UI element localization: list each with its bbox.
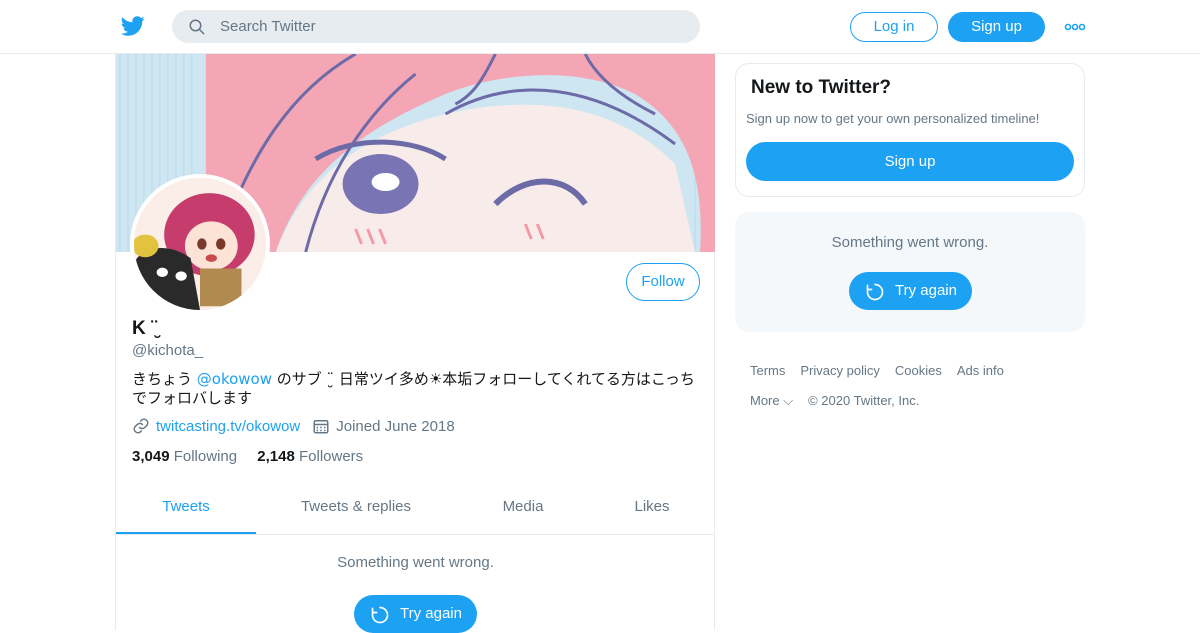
sidebar-retry-button[interactable]: Try again [849, 272, 972, 310]
profile-display-name: K ¨̮ [132, 318, 158, 339]
profile-bio: きちょう @okowow のサブ ¨̮ 日常ツイ多め☀本垢フォローしてくれてる方… [132, 370, 702, 408]
sidebar-signup-button[interactable]: Sign up [746, 142, 1074, 181]
footer-ads-info-link[interactable]: Ads info [957, 362, 1004, 380]
refresh-icon [866, 283, 884, 301]
footer-links: Terms Privacy policy Cookies Ads info Mo… [750, 362, 1080, 422]
profile-joined-date: Joined June 2018 [336, 417, 455, 435]
footer-more-label: More [750, 393, 780, 408]
profile-meta: twitcasting.tv/okowow Joined June 2018 [132, 417, 455, 435]
bio-text-prefix: きちょう [132, 370, 197, 388]
followers-count: 2,148 [257, 448, 295, 465]
profile-handle: @kichota_ [132, 342, 204, 359]
timeline-error-message: Something went wrong. [337, 554, 494, 571]
follow-button[interactable]: Follow [626, 263, 700, 301]
profile-avatar[interactable] [130, 174, 270, 314]
tab-tweets-replies[interactable]: Tweets & replies [256, 484, 456, 534]
footer-terms-link[interactable]: Terms [750, 362, 785, 380]
profile-website-link[interactable]: twitcasting.tv/okowow [156, 418, 300, 435]
footer-privacy-link[interactable]: Privacy policy [800, 362, 879, 380]
more-dots-icon[interactable] [1064, 22, 1086, 32]
new-to-twitter-card: New to Twitter? Sign up now to get your … [735, 63, 1085, 197]
twitter-bird-icon[interactable] [120, 14, 146, 38]
search-bar [172, 10, 700, 43]
calendar-icon [313, 420, 329, 434]
chevron-down-icon: ⌵ [783, 393, 794, 408]
footer-more-menu[interactable]: More ⌵ [750, 392, 793, 410]
new-to-twitter-title: New to Twitter? [751, 77, 892, 98]
sidebar-error-message: Something went wrong. [831, 234, 989, 251]
link-icon [133, 418, 149, 434]
following-label: Following [173, 448, 238, 465]
profile-stats: 3,049 Following 2,148 Followers [132, 448, 379, 465]
bio-mention-link[interactable]: @okowow [197, 370, 272, 388]
timeline-retry-button[interactable]: Try again [354, 595, 477, 633]
sidebar-error-card: Something went wrong. Try again [735, 212, 1085, 332]
following-count: 3,049 [132, 448, 170, 465]
signup-button[interactable]: Sign up [948, 12, 1045, 42]
retry-label: Try again [895, 282, 957, 299]
followers-label: Followers [298, 448, 364, 465]
profile-column: Follow K ¨̮ @kichota_ きちょう @okowow のサブ ¨… [115, 54, 715, 633]
footer-copyright: © 2020 Twitter, Inc. [808, 393, 920, 408]
search-input[interactable] [220, 10, 680, 43]
search-icon [189, 19, 205, 35]
followers-stat[interactable]: 2,148 Followers [257, 448, 363, 465]
tab-likes[interactable]: Likes [590, 484, 714, 534]
following-stat[interactable]: 3,049 Following [132, 448, 237, 465]
new-to-twitter-description: Sign up now to get your own personalized… [746, 111, 1040, 126]
refresh-icon [371, 606, 389, 624]
tab-tweets[interactable]: Tweets [116, 484, 256, 534]
profile-tabs: Tweets Tweets & replies Media Likes [116, 484, 715, 535]
top-navigation-bar: Log in Sign up [0, 0, 1200, 54]
login-button[interactable]: Log in [850, 12, 938, 42]
tab-media[interactable]: Media [456, 484, 590, 534]
footer-cookies-link[interactable]: Cookies [895, 362, 942, 380]
retry-label: Try again [400, 605, 462, 622]
